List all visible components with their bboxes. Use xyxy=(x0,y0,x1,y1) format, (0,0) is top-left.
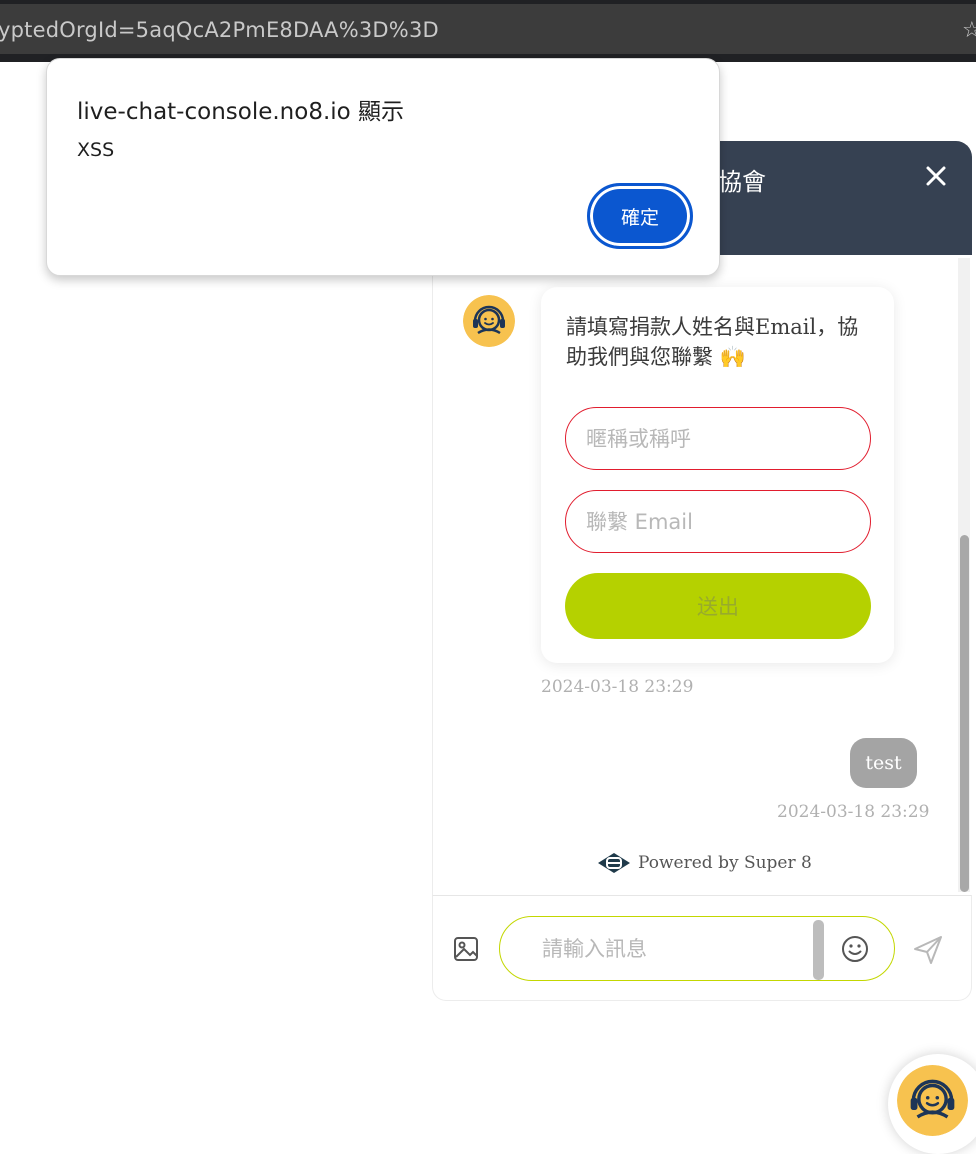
user-message-timestamp: 2024-03-18 23:29 xyxy=(777,802,930,822)
ok-button[interactable]: 確定 xyxy=(587,183,693,249)
powered-by[interactable]: Powered by Super 8 xyxy=(596,849,812,877)
user-message-bubble: test xyxy=(850,738,917,788)
submit-button[interactable]: 送出 xyxy=(565,573,871,639)
emoji-icon[interactable] xyxy=(840,934,870,964)
name-field[interactable] xyxy=(565,407,871,470)
close-icon[interactable] xyxy=(920,160,952,192)
url-text[interactable]: yptedOrgId=5aqQcA2PmE8DAA%3D%3D xyxy=(0,18,439,42)
agent-avatar-icon xyxy=(463,295,515,347)
message-input-scrollbar[interactable] xyxy=(813,920,824,980)
powered-by-text: Powered by Super 8 xyxy=(638,853,812,873)
chat-title: 協會 xyxy=(718,168,766,196)
star-icon[interactable]: ☆ xyxy=(962,18,976,43)
email-field[interactable] xyxy=(565,490,871,553)
chat-scrollbar-thumb[interactable] xyxy=(960,535,969,892)
send-icon[interactable] xyxy=(912,934,944,966)
message-input[interactable] xyxy=(499,916,895,981)
image-icon[interactable] xyxy=(453,936,479,962)
address-bar[interactable]: yptedOrgId=5aqQcA2PmE8DAA%3D%3D ☆ xyxy=(0,4,976,54)
super8-logo-icon xyxy=(598,853,630,873)
alert-title: live-chat-console.no8.io 顯示 xyxy=(77,99,405,125)
form-timestamp: 2024-03-18 23:29 xyxy=(541,677,694,697)
browser-toolbar: yptedOrgId=5aqQcA2PmE8DAA%3D%3D ☆ xyxy=(0,0,976,62)
form-prompt: 請填寫捐款人姓名與Email，協助我們與您聯繫 🙌 xyxy=(566,315,859,369)
alert-message: XSS xyxy=(77,139,115,161)
chat-launcher-icon[interactable] xyxy=(897,1065,968,1136)
